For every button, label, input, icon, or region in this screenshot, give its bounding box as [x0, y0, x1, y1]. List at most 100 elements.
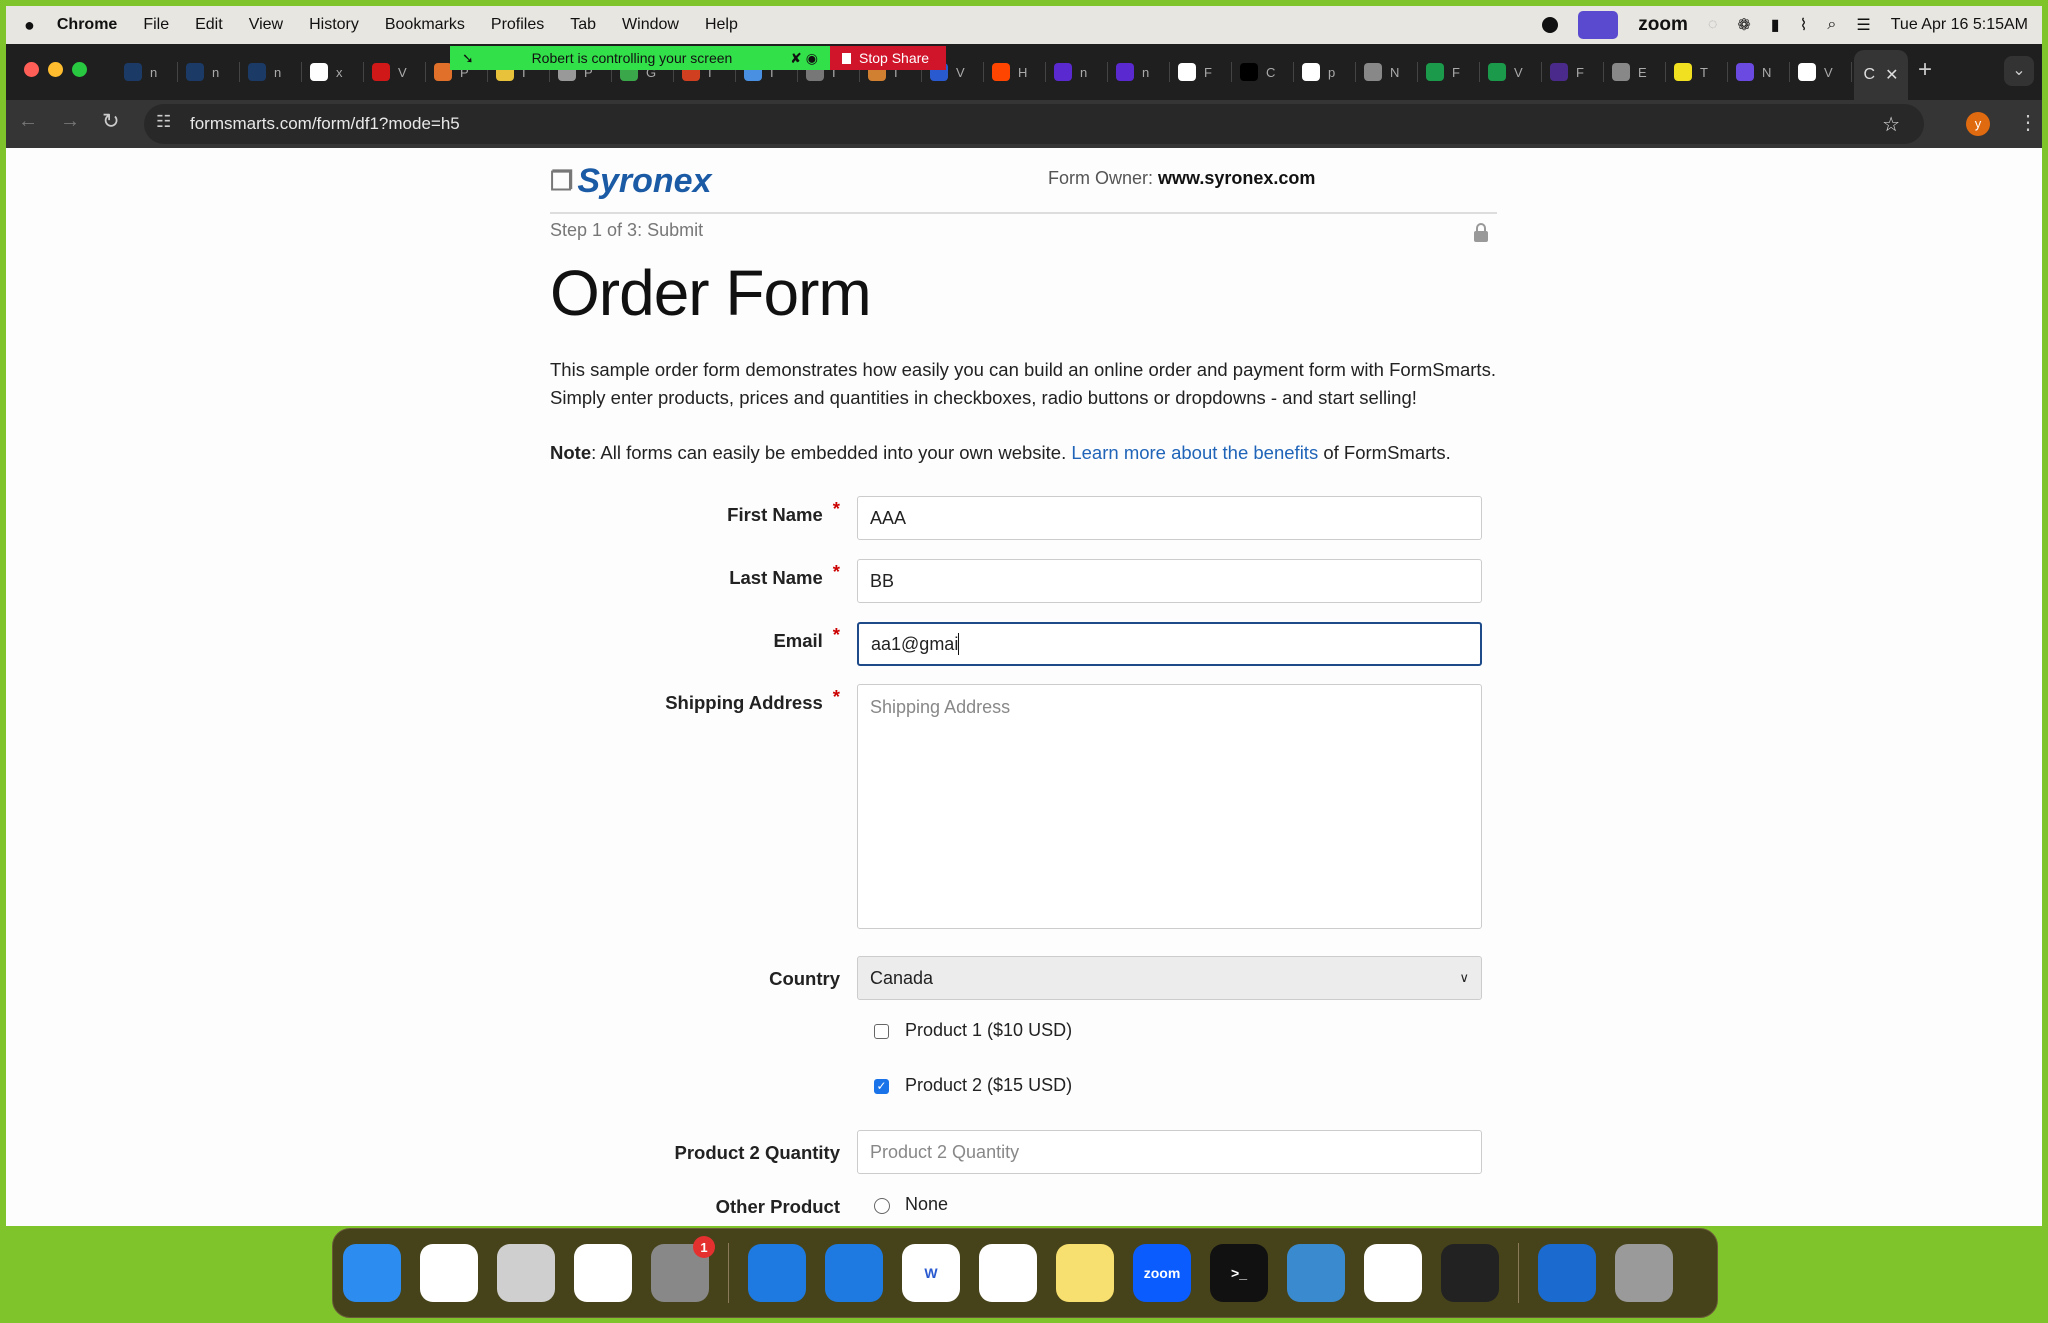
browser-tab[interactable]: n — [116, 62, 178, 82]
form-owner: Form Owner: www.syronex.com — [1048, 168, 1315, 189]
dock-zoom-icon[interactable]: zoom — [1133, 1244, 1191, 1302]
new-tab-button[interactable]: + — [1918, 56, 1932, 84]
tab-favicon-icon — [1054, 63, 1072, 81]
spiral-icon[interactable]: ◌ — [1708, 16, 1718, 34]
learn-more-link[interactable]: Learn more about the benefits — [1071, 442, 1318, 463]
datetime[interactable]: Tue Apr 16 5:15AM — [1891, 16, 2028, 34]
required-mark: * — [832, 624, 840, 645]
shipping-address-textarea[interactable]: Shipping Address — [857, 684, 1482, 929]
control-center-icon[interactable]: ☰ — [1856, 15, 1870, 35]
last-name-input[interactable]: BB — [857, 559, 1482, 603]
browser-tab[interactable]: x — [302, 62, 364, 82]
menu-file[interactable]: File — [143, 16, 169, 34]
browser-tab[interactable]: H — [984, 62, 1046, 82]
mic-shield-icon[interactable]: ✘ ◉ — [790, 50, 818, 67]
menu-bookmarks[interactable]: Bookmarks — [385, 16, 465, 34]
dock-pinwheel-icon[interactable] — [1364, 1244, 1422, 1302]
tab-title: H — [1018, 64, 1028, 80]
search-icon[interactable]: ⌕ — [1827, 16, 1836, 34]
profile-avatar[interactable]: y — [1966, 112, 1990, 136]
dock-xcode-icon[interactable] — [825, 1244, 883, 1302]
browser-tab[interactable]: n — [1046, 62, 1108, 82]
tab-favicon-icon — [1302, 63, 1320, 81]
browser-tab[interactable]: C — [1232, 62, 1294, 82]
dock-word-icon[interactable]: W — [902, 1244, 960, 1302]
menu-window[interactable]: Window — [622, 16, 679, 34]
stop-share-button[interactable]: Stop Share — [830, 46, 946, 70]
menu-tab[interactable]: Tab — [570, 16, 596, 34]
menu-app-chrome[interactable]: Chrome — [57, 16, 117, 34]
dock-app-store-tool-icon[interactable] — [748, 1244, 806, 1302]
record-icon[interactable] — [1542, 17, 1559, 33]
product-1-label[interactable]: Product 1 ($10 USD) — [905, 1020, 1072, 1041]
menu-profiles[interactable]: Profiles — [491, 16, 544, 34]
battery-icon[interactable]: ▮ — [1771, 15, 1780, 35]
dock-label: >_ — [1231, 1265, 1247, 1281]
browser-tab[interactable]: T — [1666, 62, 1728, 82]
dock-downloads-icon[interactable] — [1538, 1244, 1596, 1302]
browser-tab[interactable]: F — [1418, 62, 1480, 82]
browser-tab[interactable]: n — [178, 62, 240, 82]
dock-chrome-icon[interactable] — [979, 1244, 1037, 1302]
close-tab-icon[interactable]: ✕ — [1885, 65, 1898, 85]
dock-launchpad-icon[interactable] — [497, 1244, 555, 1302]
product-2-checkbox[interactable]: ✓ — [874, 1079, 889, 1094]
browser-tab[interactable]: V — [1480, 62, 1542, 82]
dock-notes-icon[interactable] — [1056, 1244, 1114, 1302]
dock-screen-icon[interactable] — [1287, 1244, 1345, 1302]
other-product-none-radio[interactable] — [874, 1198, 890, 1214]
reload-button[interactable]: ↻ — [102, 109, 120, 134]
tab-title: F — [1452, 64, 1460, 80]
dock-terminal-icon[interactable]: >_ — [1210, 1244, 1268, 1302]
product-2-label[interactable]: Product 2 ($15 USD) — [905, 1075, 1072, 1096]
apple-icon[interactable]: ● — [24, 15, 35, 36]
tab-search-button[interactable]: ⌄ — [2004, 56, 2034, 86]
wifi-icon[interactable]: ⌇ — [1800, 15, 1808, 35]
dock-quicktime-icon[interactable] — [1441, 1244, 1499, 1302]
product-1-checkbox[interactable] — [874, 1024, 889, 1039]
other-product-none-label[interactable]: None — [905, 1194, 948, 1215]
site-settings-icon[interactable]: ☷ — [156, 112, 171, 132]
email-input[interactable]: aa1@gmai — [857, 622, 1482, 666]
url-field[interactable]: ☷ formsmarts.com/form/df1?mode=h5 ☆ — [144, 104, 1924, 144]
screen-share-icon[interactable] — [1578, 11, 1619, 39]
more-menu-icon[interactable]: ⋮ — [2018, 110, 2038, 135]
tab-favicon-icon — [1488, 63, 1506, 81]
country-label: Country — [769, 968, 840, 989]
active-tab[interactable]: C ✕ — [1854, 50, 1908, 100]
browser-tab[interactable]: V — [1790, 62, 1852, 82]
zoom-status[interactable]: zoom — [1638, 14, 1688, 36]
dock-finder-icon[interactable] — [343, 1244, 401, 1302]
browser-tab[interactable]: V — [364, 62, 426, 82]
browser-tab[interactable]: N — [1728, 62, 1790, 82]
bookmark-star-icon[interactable]: ☆ — [1882, 112, 1900, 137]
country-select[interactable]: Canada ∨ — [857, 956, 1482, 1000]
close-window-button[interactable] — [24, 62, 39, 77]
shipping-address-label: Shipping Address * — [665, 686, 840, 714]
dock-vscode-icon[interactable] — [420, 1244, 478, 1302]
browser-tab[interactable]: n — [240, 62, 302, 82]
dock-trash-icon[interactable] — [1615, 1244, 1673, 1302]
browser-tab[interactable]: n — [1108, 62, 1170, 82]
menu-history[interactable]: History — [309, 16, 359, 34]
forward-button[interactable]: → — [60, 110, 80, 133]
menu-help[interactable]: Help — [705, 16, 738, 34]
product-2-quantity-input[interactable]: Product 2 Quantity — [857, 1130, 1482, 1174]
browser-tab[interactable]: F — [1542, 62, 1604, 82]
url-text: formsmarts.com/form/df1?mode=h5 — [190, 114, 460, 133]
back-button[interactable]: ← — [18, 110, 38, 133]
maximize-window-button[interactable] — [72, 62, 87, 77]
minimize-window-button[interactable] — [48, 62, 63, 77]
creative-cloud-icon[interactable]: ❁ — [1737, 15, 1750, 35]
dock-system-settings-icon[interactable]: 1 — [651, 1236, 715, 1302]
first-name-input[interactable]: AAA — [857, 496, 1482, 540]
browser-tab[interactable]: F — [1170, 62, 1232, 82]
dock-safari-icon[interactable] — [574, 1244, 632, 1302]
browser-tab[interactable]: p — [1294, 62, 1356, 82]
browser-tab[interactable]: N — [1356, 62, 1418, 82]
menu-edit[interactable]: Edit — [195, 16, 223, 34]
browser-tab[interactable]: E — [1604, 62, 1666, 82]
menu-view[interactable]: View — [249, 16, 283, 34]
note-text: Note: All forms can easily be embedded i… — [550, 442, 1451, 464]
step-indicator: Step 1 of 3: Submit — [550, 220, 704, 240]
